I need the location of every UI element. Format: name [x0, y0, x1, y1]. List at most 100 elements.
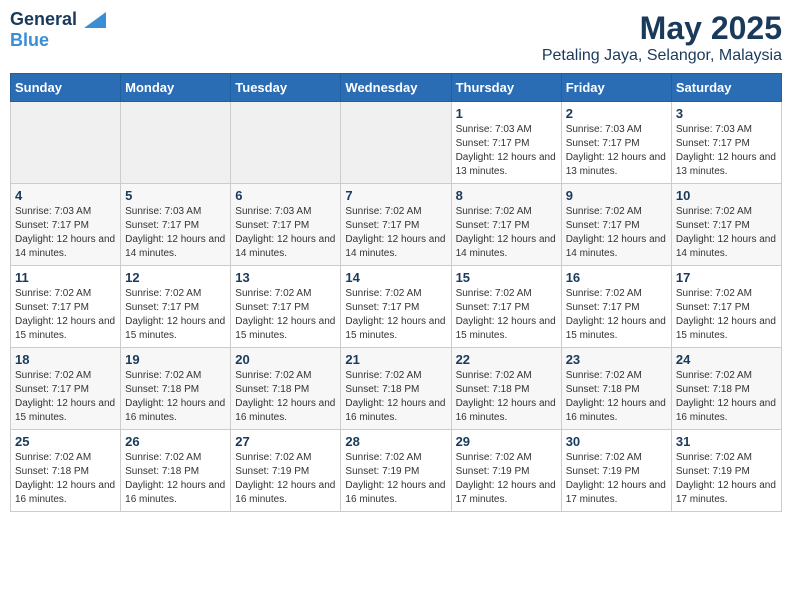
day-number: 31	[676, 434, 777, 449]
day-number: 21	[345, 352, 446, 367]
calendar-cell: 3 Sunrise: 7:03 AMSunset: 7:17 PMDaylight…	[671, 102, 781, 184]
logo-blue: Blue	[10, 30, 49, 51]
day-number: 12	[125, 270, 226, 285]
calendar-week-row: 1 Sunrise: 7:03 AMSunset: 7:17 PMDaylight…	[11, 102, 782, 184]
day-number: 25	[15, 434, 116, 449]
day-number: 10	[676, 188, 777, 203]
calendar-week-row: 11 Sunrise: 7:02 AMSunset: 7:17 PMDayligh…	[11, 266, 782, 348]
day-info: Sunrise: 7:02 AMSunset: 7:17 PMDaylight:…	[456, 287, 557, 343]
day-info: Sunrise: 7:02 AMSunset: 7:18 PMDaylight:…	[345, 369, 446, 425]
calendar-cell: 24 Sunrise: 7:02 AMSunset: 7:18 PMDayligh…	[671, 348, 781, 430]
day-number: 26	[125, 434, 226, 449]
calendar-cell: 19Sunrise: 7:02 AMSunset: 7:18 PMDayligh…	[121, 348, 231, 430]
calendar-week-row: 18 Sunrise: 7:02 AMSunset: 7:17 PMDayligh…	[11, 348, 782, 430]
day-info: Sunrise: 7:03 AMSunset: 7:17 PMDaylight:…	[125, 205, 226, 261]
day-info: Sunrise: 7:02 AMSunset: 7:17 PMDaylight:…	[345, 287, 446, 343]
day-number: 8	[456, 188, 557, 203]
title-section: May 2025 Petaling Jaya, Selangor, Malays…	[542, 10, 782, 65]
day-number: 16	[566, 270, 667, 285]
day-info: Sunrise: 7:02 AMSunset: 7:17 PMDaylight:…	[15, 369, 116, 425]
weekday-header: Thursday	[451, 74, 561, 102]
day-info: Sunrise: 7:02 AMSunset: 7:18 PMDaylight:…	[15, 451, 116, 507]
day-number: 11	[15, 270, 116, 285]
calendar-header-row: SundayMondayTuesdayWednesdayThursdayFrid…	[11, 74, 782, 102]
calendar-cell: 20 Sunrise: 7:02 AMSunset: 7:18 PMDayligh…	[231, 348, 341, 430]
calendar-cell: 2Sunrise: 7:03 AMSunset: 7:17 PMDaylight…	[561, 102, 671, 184]
day-number: 15	[456, 270, 557, 285]
day-info: Sunrise: 7:02 AMSunset: 7:17 PMDaylight:…	[15, 287, 116, 343]
day-info: Sunrise: 7:02 AMSunset: 7:17 PMDaylight:…	[676, 287, 777, 343]
calendar-cell: 18 Sunrise: 7:02 AMSunset: 7:17 PMDayligh…	[11, 348, 121, 430]
day-info: Sunrise: 7:02 AMSunset: 7:19 PMDaylight:…	[235, 451, 336, 507]
weekday-header: Wednesday	[341, 74, 451, 102]
calendar-cell: 29Sunrise: 7:02 AMSunset: 7:19 PMDayligh…	[451, 430, 561, 512]
day-number: 5	[125, 188, 226, 203]
day-number: 17	[676, 270, 777, 285]
day-number: 18	[15, 352, 116, 367]
day-info: Sunrise: 7:02 AMSunset: 7:18 PMDaylight:…	[456, 369, 557, 425]
day-number: 27	[235, 434, 336, 449]
day-number: 24	[676, 352, 777, 367]
page-subtitle: Petaling Jaya, Selangor, Malaysia	[542, 47, 782, 65]
header: General Blue May 2025 Petaling Jaya, Sel…	[10, 10, 782, 65]
day-number: 2	[566, 106, 667, 121]
day-number: 13	[235, 270, 336, 285]
day-number: 6	[235, 188, 336, 203]
day-number: 28	[345, 434, 446, 449]
day-number: 3	[676, 106, 777, 121]
calendar-cell: 8 Sunrise: 7:02 AMSunset: 7:17 PMDaylight…	[451, 184, 561, 266]
calendar-week-row: 25 Sunrise: 7:02 AMSunset: 7:18 PMDayligh…	[11, 430, 782, 512]
calendar: SundayMondayTuesdayWednesdayThursdayFrid…	[10, 73, 782, 512]
day-info: Sunrise: 7:02 AMSunset: 7:18 PMDaylight:…	[125, 369, 226, 425]
calendar-cell: 16Sunrise: 7:02 AMSunset: 7:17 PMDayligh…	[561, 266, 671, 348]
logo-text: General	[10, 10, 106, 30]
calendar-cell	[231, 102, 341, 184]
calendar-cell: 26 Sunrise: 7:02 AMSunset: 7:18 PMDayligh…	[121, 430, 231, 512]
weekday-header: Sunday	[11, 74, 121, 102]
day-info: Sunrise: 7:02 AMSunset: 7:19 PMDaylight:…	[676, 451, 777, 507]
day-number: 20	[235, 352, 336, 367]
day-info: Sunrise: 7:02 AMSunset: 7:18 PMDaylight:…	[676, 369, 777, 425]
calendar-cell: 13 Sunrise: 7:02 AMSunset: 7:17 PMDayligh…	[231, 266, 341, 348]
day-info: Sunrise: 7:02 AMSunset: 7:17 PMDaylight:…	[456, 205, 557, 261]
day-info: Sunrise: 7:02 AMSunset: 7:18 PMDaylight:…	[125, 451, 226, 507]
weekday-header: Monday	[121, 74, 231, 102]
day-info: Sunrise: 7:03 AMSunset: 7:17 PMDaylight:…	[456, 123, 557, 179]
day-info: Sunrise: 7:02 AMSunset: 7:19 PMDaylight:…	[456, 451, 557, 507]
logo: General Blue	[10, 10, 106, 51]
weekday-header: Saturday	[671, 74, 781, 102]
weekday-header: Tuesday	[231, 74, 341, 102]
day-info: Sunrise: 7:02 AMSunset: 7:18 PMDaylight:…	[235, 369, 336, 425]
calendar-cell: 28Sunrise: 7:02 AMSunset: 7:19 PMDayligh…	[341, 430, 451, 512]
calendar-cell: 25 Sunrise: 7:02 AMSunset: 7:18 PMDayligh…	[11, 430, 121, 512]
day-info: Sunrise: 7:02 AMSunset: 7:17 PMDaylight:…	[125, 287, 226, 343]
day-info: Sunrise: 7:02 AMSunset: 7:17 PMDaylight:…	[235, 287, 336, 343]
calendar-cell: 10 Sunrise: 7:02 AMSunset: 7:17 PMDayligh…	[671, 184, 781, 266]
calendar-cell: 7Sunrise: 7:02 AMSunset: 7:17 PMDaylight…	[341, 184, 451, 266]
calendar-cell: 6Sunrise: 7:03 AMSunset: 7:17 PMDaylight…	[231, 184, 341, 266]
day-info: Sunrise: 7:02 AMSunset: 7:17 PMDaylight:…	[566, 205, 667, 261]
calendar-cell: 22 Sunrise: 7:02 AMSunset: 7:18 PMDayligh…	[451, 348, 561, 430]
day-info: Sunrise: 7:03 AMSunset: 7:17 PMDaylight:…	[15, 205, 116, 261]
day-number: 1	[456, 106, 557, 121]
day-number: 30	[566, 434, 667, 449]
calendar-cell: 23Sunrise: 7:02 AMSunset: 7:18 PMDayligh…	[561, 348, 671, 430]
calendar-cell: 21 Sunrise: 7:02 AMSunset: 7:18 PMDayligh…	[341, 348, 451, 430]
calendar-cell: 14Sunrise: 7:02 AMSunset: 7:17 PMDayligh…	[341, 266, 451, 348]
calendar-cell: 9 Sunrise: 7:02 AMSunset: 7:17 PMDaylight…	[561, 184, 671, 266]
calendar-cell: 11 Sunrise: 7:02 AMSunset: 7:17 PMDayligh…	[11, 266, 121, 348]
day-info: Sunrise: 7:03 AMSunset: 7:17 PMDaylight:…	[676, 123, 777, 179]
calendar-cell	[341, 102, 451, 184]
day-number: 7	[345, 188, 446, 203]
day-number: 22	[456, 352, 557, 367]
logo-icon	[84, 12, 106, 28]
calendar-week-row: 4Sunrise: 7:03 AMSunset: 7:17 PMDaylight…	[11, 184, 782, 266]
calendar-cell: 12 Sunrise: 7:02 AMSunset: 7:17 PMDayligh…	[121, 266, 231, 348]
calendar-cell: 4Sunrise: 7:03 AMSunset: 7:17 PMDaylight…	[11, 184, 121, 266]
calendar-cell: 30 Sunrise: 7:02 AMSunset: 7:19 PMDayligh…	[561, 430, 671, 512]
day-info: Sunrise: 7:02 AMSunset: 7:19 PMDaylight:…	[566, 451, 667, 507]
calendar-cell	[11, 102, 121, 184]
day-info: Sunrise: 7:02 AMSunset: 7:17 PMDaylight:…	[676, 205, 777, 261]
day-number: 9	[566, 188, 667, 203]
calendar-cell: 27 Sunrise: 7:02 AMSunset: 7:19 PMDayligh…	[231, 430, 341, 512]
